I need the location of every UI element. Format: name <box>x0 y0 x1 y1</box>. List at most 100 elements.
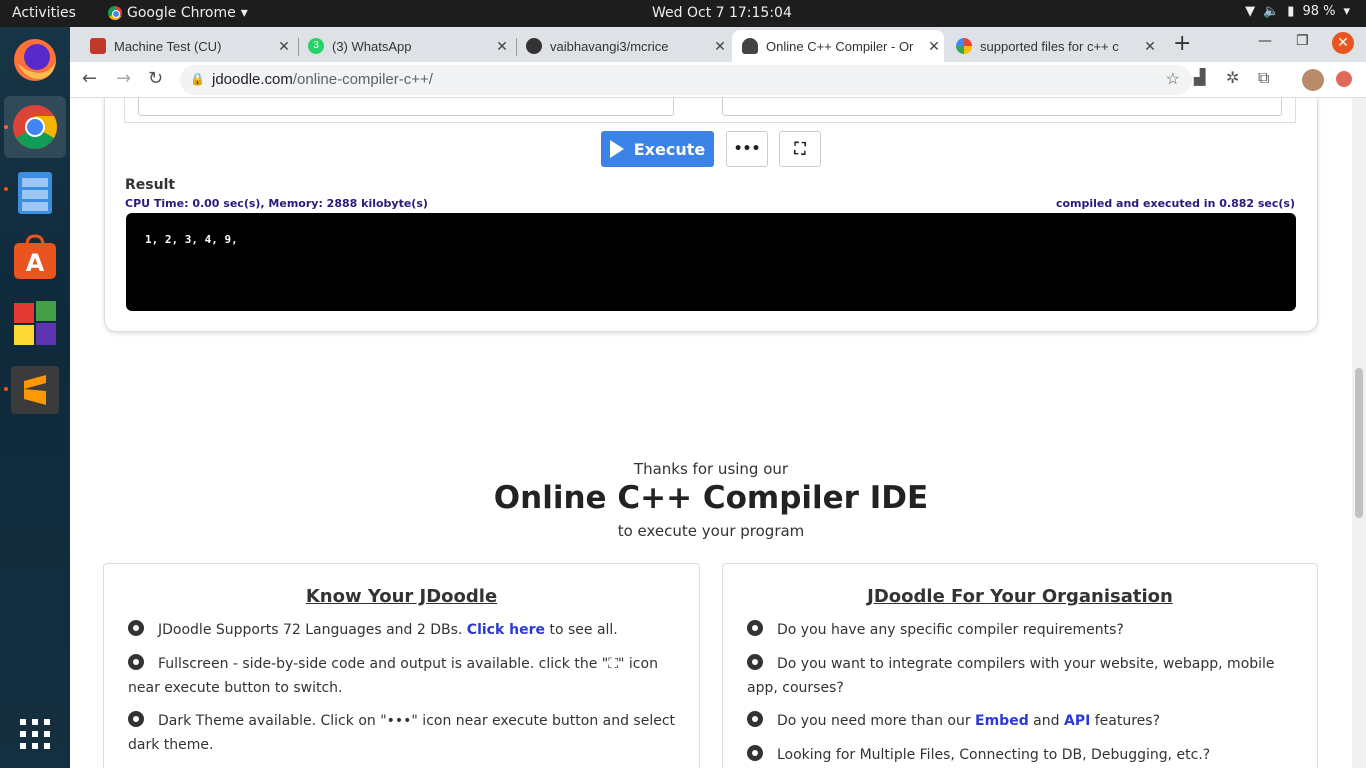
url: jdoodle.com/online-compiler-c++/ <box>212 71 433 88</box>
tab-jdoodle[interactable]: Online C++ Compiler - Or ✕ <box>732 30 944 62</box>
whatsapp-icon: 3 <box>308 38 324 54</box>
stdin-textarea[interactable] <box>138 98 674 116</box>
app-menu[interactable]: Google Chrome ▾ <box>108 5 248 21</box>
thanks-line: Thanks for using our <box>633 460 789 478</box>
tab-title: Online C++ Compiler - Or <box>766 38 914 54</box>
running-indicator <box>4 187 8 191</box>
compile-time: compiled and executed in 0.882 sec(s) <box>1055 197 1295 210</box>
jdoodle-icon <box>742 38 758 54</box>
bullet-icon <box>128 711 144 727</box>
item-text: features? <box>1090 713 1161 729</box>
item-text: Dark Theme available. Click on "•••" ico… <box>128 713 676 753</box>
wifi-icon: ▼ <box>1245 4 1256 19</box>
tab-machine-test[interactable]: Machine Test (CU) ✕ <box>80 30 294 62</box>
chevron-down-icon: ▾ <box>240 5 248 21</box>
tab-whatsapp[interactable]: 3 (3) WhatsApp ✕ <box>298 30 512 62</box>
analytics-extension-icon[interactable]: ▟ <box>1194 68 1206 86</box>
back-arrow-icon[interactable]: ← <box>82 68 97 89</box>
list-item: Do you have any specific compiler requir… <box>747 618 1297 642</box>
navigation-bar: ← → ↻ 🔒 jdoodle.com/online-compiler-c++/… <box>70 62 1366 98</box>
item-text: Looking for Multiple Files, Connecting t… <box>777 747 1211 763</box>
app-grid-icon[interactable] <box>10 711 60 761</box>
list-item: Looking for Multiple Files, Connecting t… <box>747 743 1297 767</box>
tab-title: supported files for c++ c <box>980 38 1119 54</box>
close-icon[interactable]: ✕ <box>924 38 944 55</box>
close-icon[interactable]: ✕ <box>710 38 730 55</box>
more-options-button[interactable]: ••• <box>726 131 768 167</box>
cpu-stats: CPU Time: 0.00 sec(s), Memory: 2888 kilo… <box>125 197 428 210</box>
result-heading: Result <box>125 177 176 193</box>
new-tab-button[interactable]: + <box>1173 31 1191 56</box>
battery-icon: ▮ <box>1287 4 1295 19</box>
know-title: Know Your JDoodle <box>305 586 498 607</box>
forward-arrow-icon[interactable]: → <box>116 68 131 89</box>
thanks-subline: to execute your program <box>617 522 805 540</box>
tab-strip: Machine Test (CU) ✕ 3 (3) WhatsApp ✕ vai… <box>70 27 1366 62</box>
app-name: Google Chrome <box>127 5 236 21</box>
jdoodle-organisation-box: JDoodle For Your Organisation Do you hav… <box>722 563 1318 768</box>
sublime-text-icon[interactable] <box>10 365 60 415</box>
close-icon[interactable]: ✕ <box>274 38 294 55</box>
files-icon[interactable] <box>10 168 60 218</box>
close-icon[interactable]: ✕ <box>1140 38 1160 55</box>
click-here-link[interactable]: Click here <box>467 622 545 638</box>
chrome-icon <box>108 6 122 20</box>
item-text: Do you need more than our <box>777 713 976 729</box>
args-textarea[interactable] <box>722 98 1282 116</box>
url-path: /online-compiler-c++/ <box>292 71 433 88</box>
bullet-icon <box>747 654 763 670</box>
know-your-jdoodle-box: Know Your JDoodle JDoodle Supports 72 La… <box>103 563 700 768</box>
lock-icon: 🔒 <box>190 72 205 86</box>
chevron-down-icon: ▾ <box>1343 4 1350 19</box>
bookmark-star-icon[interactable]: ☆ <box>1166 69 1180 89</box>
play-icon <box>609 140 624 158</box>
system-top-bar: Activities Google Chrome ▾ Wed Oct 7 17:… <box>0 0 1366 27</box>
activities-button[interactable]: Activities <box>12 5 76 21</box>
svg-text:A: A <box>26 249 45 277</box>
item-text: Do you want to integrate compilers with … <box>747 656 1275 696</box>
software-center-icon[interactable]: A <box>10 233 60 283</box>
extension-icon[interactable]: ⧉ <box>1258 68 1269 88</box>
api-link[interactable]: API <box>1064 713 1090 729</box>
page-content: Execute ••• ⛶ Result CPU Time: 0.00 sec(… <box>70 98 1352 768</box>
minimize-button[interactable]: — <box>1258 33 1272 49</box>
scrollbar-thumb[interactable] <box>1355 368 1363 518</box>
execute-button[interactable]: Execute <box>601 131 714 167</box>
maximize-button[interactable]: ❐ <box>1296 33 1309 49</box>
chrome-icon[interactable] <box>10 102 60 152</box>
system-tray[interactable]: ▼ 🔈 ▮ 98 % ▾ <box>1245 4 1350 19</box>
address-bar[interactable]: 🔒 jdoodle.com/online-compiler-c++/ ☆ <box>180 65 1192 95</box>
dock: A <box>0 27 70 768</box>
list-item: Dark Theme available. Click on "•••" ico… <box>128 709 678 757</box>
execute-label: Execute <box>633 139 706 159</box>
item-text: Fullscreen - side-by-side code and outpu… <box>128 656 658 696</box>
output-console[interactable]: 1, 2, 3, 4, 9, <box>126 213 1296 311</box>
tab-title: vaibhavangi3/mcrice <box>550 38 669 54</box>
fullscreen-button[interactable]: ⛶ <box>779 131 821 167</box>
org-title: JDoodle For Your Organisation <box>867 586 1173 607</box>
extension-gear-icon[interactable]: ✲ <box>1226 68 1239 87</box>
tab-github[interactable]: vaibhavangi3/mcrice ✕ <box>516 30 730 62</box>
puzzle-app-icon[interactable] <box>10 299 60 349</box>
firefox-icon[interactable] <box>10 35 60 85</box>
close-icon[interactable]: ✕ <box>492 38 512 55</box>
list-item: JDoodle Supports 72 Languages and 2 DBs.… <box>128 618 678 642</box>
item-text: JDoodle Supports 72 Languages and 2 DBs. <box>158 622 467 638</box>
tab-google[interactable]: supported files for c++ c ✕ <box>946 30 1160 62</box>
window-close-button[interactable]: ✕ <box>1332 32 1354 54</box>
list-item: Do you need more than our Embed and API … <box>747 709 1297 733</box>
bullet-icon <box>747 620 763 636</box>
output-text: 1, 2, 3, 4, 9, <box>145 233 238 246</box>
bullet-icon <box>128 654 144 670</box>
volume-icon: 🔈 <box>1263 4 1280 19</box>
avatar[interactable] <box>1302 69 1324 91</box>
list-item: Do you want to integrate compilers with … <box>747 652 1297 700</box>
url-host: jdoodle.com <box>212 71 293 88</box>
grid-icon <box>90 38 106 54</box>
clock[interactable]: Wed Oct 7 17:15:04 <box>652 5 792 21</box>
list-item: Fullscreen - side-by-side code and outpu… <box>128 652 678 700</box>
embed-link[interactable]: Embed <box>975 713 1029 729</box>
reload-icon[interactable]: ↻ <box>148 68 163 89</box>
scrollbar[interactable] <box>1352 98 1366 768</box>
update-icon[interactable] <box>1336 71 1352 87</box>
